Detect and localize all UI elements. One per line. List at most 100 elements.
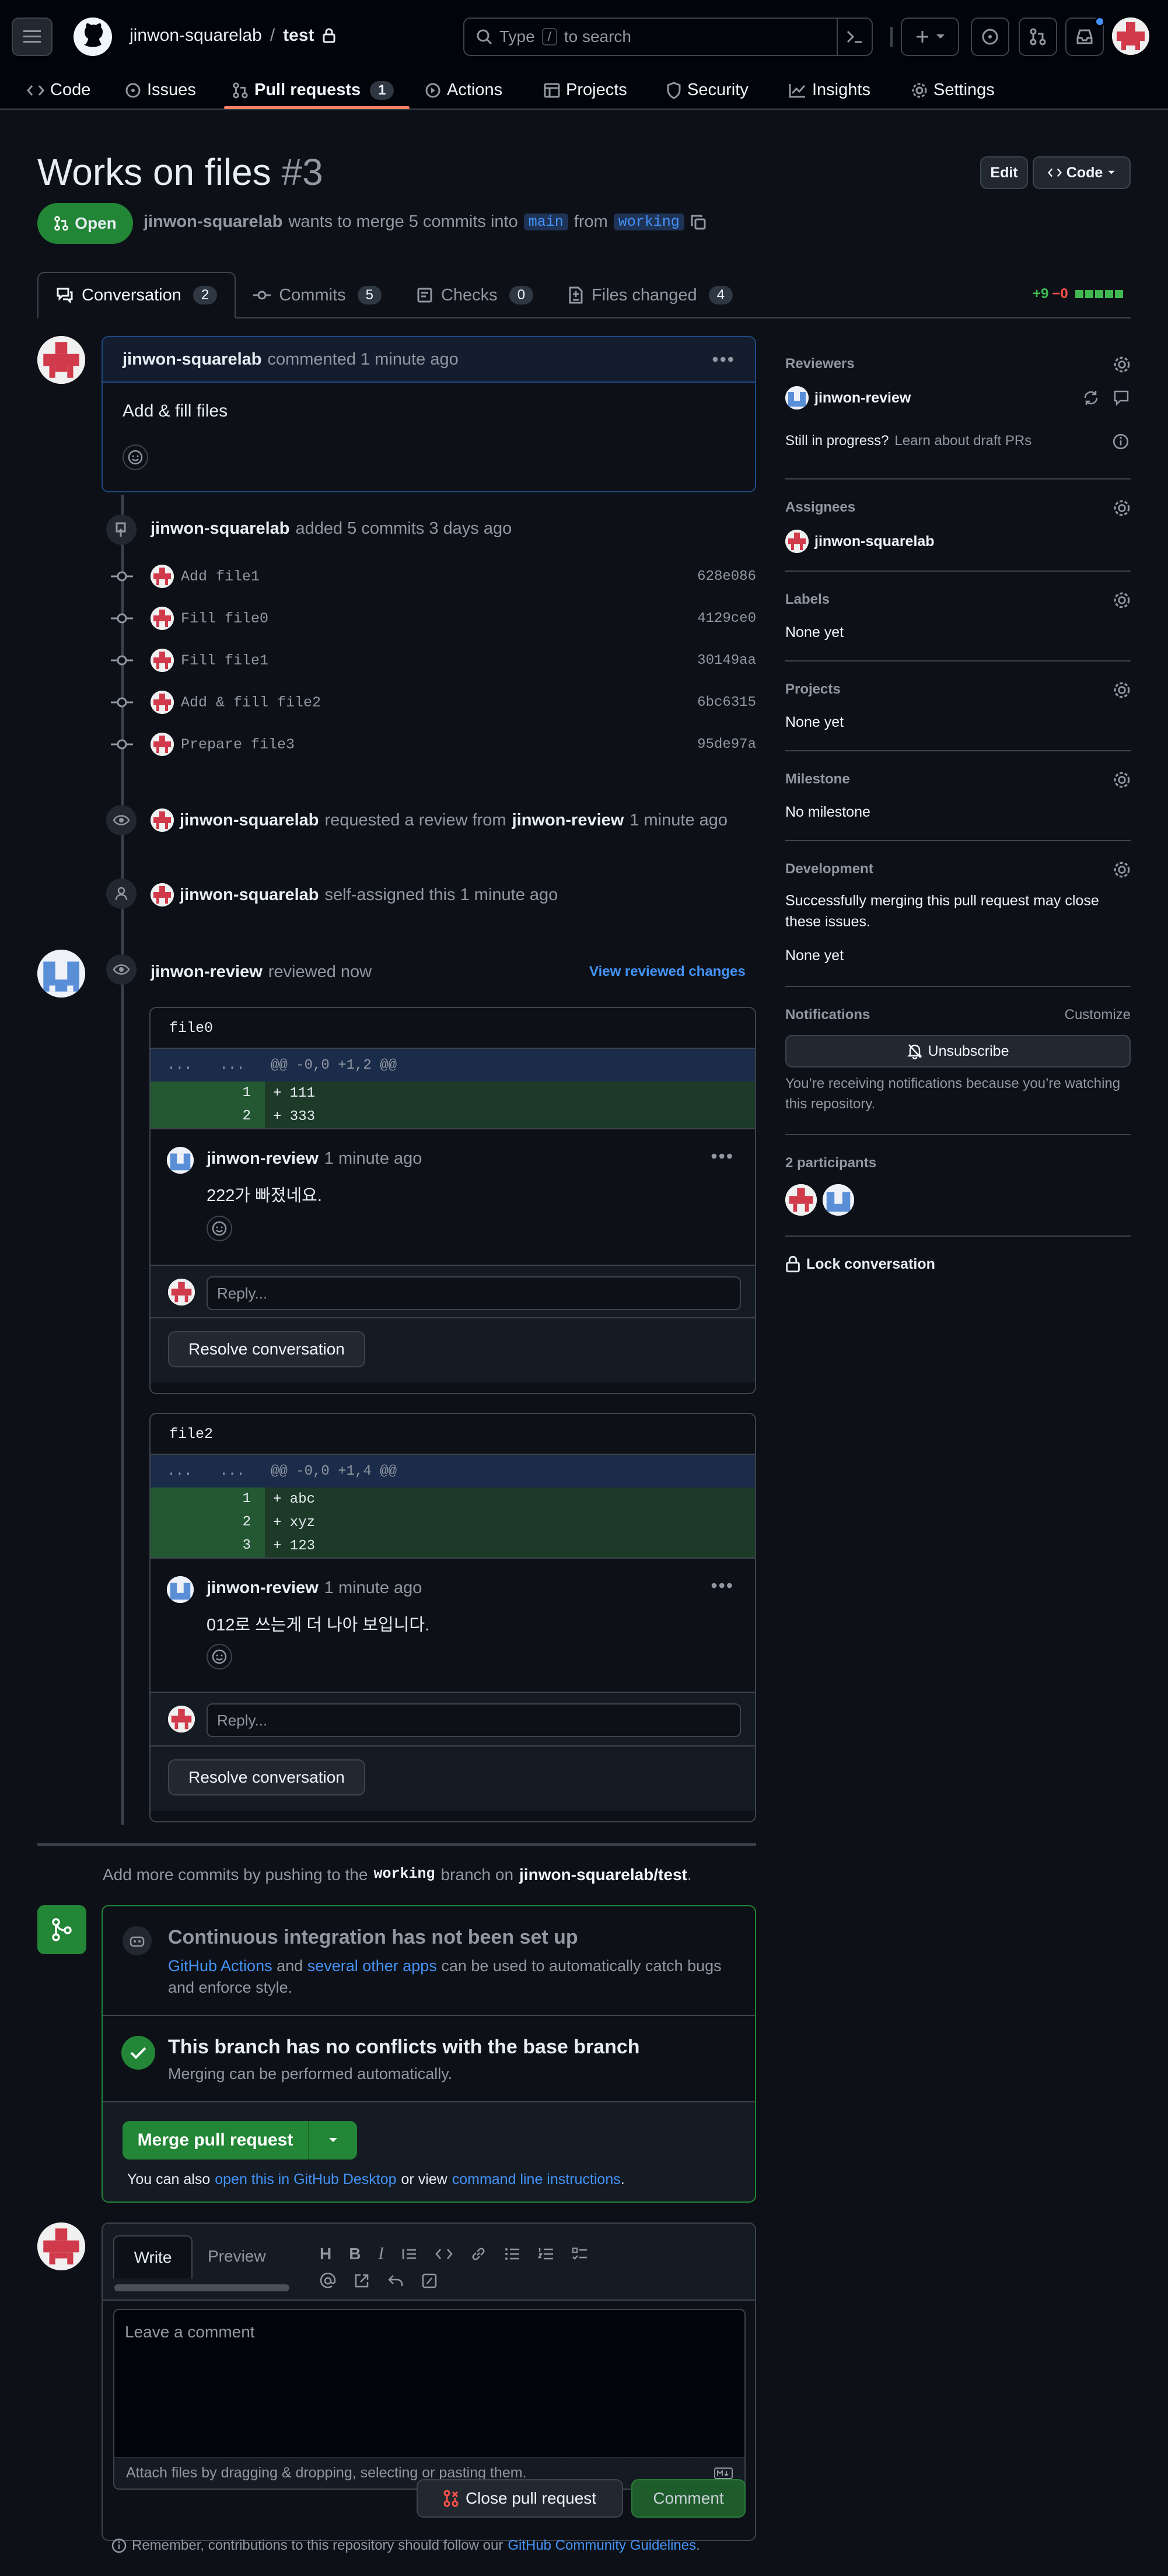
edit-title-button[interactable]: Edit [980, 156, 1028, 189]
repo-tab-settings[interactable]: Settings [911, 80, 995, 100]
event-author[interactable]: jinwon-squarelab [151, 519, 289, 538]
assignee-entry[interactable]: jinwon-squarelab [785, 530, 935, 553]
unordered-list-icon[interactable] [504, 2247, 520, 2261]
reply-input[interactable]: Reply... [207, 1703, 741, 1737]
repo-tab-pull-requests[interactable]: Pull requests 1 [232, 80, 394, 100]
avatar[interactable] [151, 607, 174, 630]
comment-author[interactable]: jinwon-squarelab [123, 350, 261, 369]
author-avatar[interactable] [37, 336, 85, 384]
base-branch[interactable]: main [523, 214, 568, 230]
draft-link[interactable]: Learn about draft PRs [894, 433, 1031, 449]
commit-message[interactable]: Add & fill file2 [181, 694, 321, 711]
gear-icon[interactable] [1113, 771, 1131, 789]
push-hint-repo[interactable]: jinwon-squarelab/test [519, 1866, 687, 1884]
slash-command-icon[interactable] [421, 2273, 438, 2289]
preview-tab[interactable]: Preview [208, 2247, 266, 2266]
quote-icon[interactable] [401, 2247, 418, 2261]
tab-commits[interactable]: Commits 5 [236, 272, 399, 318]
task-list-icon[interactable] [572, 2247, 588, 2261]
current-user-avatar[interactable] [37, 2222, 85, 2270]
write-tab[interactable]: Write [113, 2235, 193, 2278]
commit-sha[interactable]: 628e086 [697, 569, 756, 584]
link-icon[interactable] [470, 2246, 487, 2262]
gear-icon[interactable] [1113, 681, 1131, 699]
line-number[interactable]: 3 [151, 1534, 265, 1558]
line-number[interactable]: 2 [151, 1511, 265, 1534]
kebab-menu-icon[interactable]: ••• [712, 349, 735, 370]
open-desktop-link[interactable]: open this in GitHub Desktop [215, 2171, 396, 2188]
avatar[interactable] [168, 1279, 195, 1306]
bold-icon[interactable]: B [349, 2245, 361, 2263]
customize-link[interactable]: Customize [1065, 1007, 1131, 1023]
avatar[interactable] [167, 1576, 194, 1603]
comment-submit-button[interactable]: Comment [631, 2479, 746, 2518]
event-author[interactable]: jinwon-squarelab [180, 811, 319, 830]
reviewer-avatar[interactable] [37, 950, 85, 998]
community-guidelines-link[interactable]: GitHub Community Guidelines [508, 2538, 696, 2554]
repo-tab-issues[interactable]: Issues [125, 80, 196, 100]
command-line-link[interactable]: command line instructions [452, 2171, 621, 2188]
event-author[interactable]: jinwon-squarelab [180, 886, 319, 905]
issues-button[interactable] [971, 18, 1009, 56]
comment-icon[interactable] [1113, 390, 1129, 406]
participant-avatar[interactable] [823, 1184, 854, 1216]
avatar[interactable] [151, 808, 174, 832]
owner-link[interactable]: jinwon-squarelab [130, 26, 262, 46]
add-reaction-button[interactable] [123, 444, 148, 470]
inbox-button[interactable] [1065, 16, 1105, 56]
commit-sha[interactable]: 6bc6315 [697, 695, 756, 710]
avatar[interactable] [151, 883, 174, 907]
toolbar-scrollbar[interactable] [114, 2284, 289, 2291]
repo-tab-projects[interactable]: Projects [544, 80, 627, 100]
event-reviewer[interactable]: jinwon-review [512, 811, 624, 830]
menu-button[interactable] [12, 18, 53, 56]
repo-link[interactable]: test [283, 26, 314, 46]
command-palette-button[interactable] [837, 19, 872, 55]
merge-pull-request-button[interactable]: Merge pull request [123, 2121, 309, 2160]
heading-icon[interactable]: H [320, 2245, 331, 2263]
tab-checks[interactable]: Checks 0 [399, 272, 551, 318]
sync-icon[interactable] [1083, 390, 1099, 406]
gear-icon[interactable] [1113, 592, 1131, 609]
commit-message[interactable]: Prepare file3 [181, 736, 295, 753]
kebab-menu-icon[interactable]: ••• [711, 1575, 734, 1597]
line-number[interactable]: 2 [151, 1105, 265, 1128]
event-author[interactable]: jinwon-review [151, 963, 263, 982]
code-dropdown-button[interactable]: Code [1033, 156, 1131, 189]
github-actions-link[interactable]: GitHub Actions [168, 1957, 272, 1975]
thread-file-name[interactable]: file0 [151, 1008, 755, 1049]
tab-conversation[interactable]: Conversation 2 [37, 272, 236, 318]
repo-tab-actions[interactable]: Actions [425, 80, 502, 100]
tab-files-changed[interactable]: Files changed 4 [551, 272, 750, 318]
repo-tab-insights[interactable]: Insights [789, 80, 870, 100]
unsubscribe-button[interactable]: Unsubscribe [785, 1035, 1131, 1068]
kebab-menu-icon[interactable]: ••• [711, 1146, 734, 1167]
gear-icon[interactable] [1113, 861, 1131, 878]
repo-tab-code[interactable]: Code [27, 80, 90, 100]
commit-sha[interactable]: 95de97a [697, 737, 756, 752]
commit-sha[interactable]: 4129ce0 [697, 611, 756, 626]
repo-tab-security[interactable]: Security [666, 80, 749, 100]
italic-icon[interactable]: I [378, 2245, 383, 2263]
commit-message[interactable]: Fill file1 [181, 652, 268, 669]
avatar[interactable] [151, 649, 174, 672]
avatar[interactable] [151, 733, 174, 756]
cross-reference-icon[interactable] [354, 2273, 370, 2289]
line-number[interactable]: 1 [151, 1082, 265, 1105]
gear-icon[interactable] [1113, 356, 1131, 373]
resolve-conversation-button[interactable]: Resolve conversation [168, 1759, 365, 1796]
add-reaction-button[interactable] [207, 1644, 232, 1670]
search-input[interactable]: Type / to search [463, 18, 873, 56]
participant-avatar[interactable] [785, 1184, 817, 1216]
reply-input[interactable]: Reply... [207, 1276, 741, 1310]
avatar[interactable] [168, 1706, 195, 1732]
ordered-list-icon[interactable] [537, 2247, 554, 2261]
comment-author[interactable]: jinwon-review [207, 1578, 319, 1598]
commit-sha[interactable]: 30149aa [697, 653, 756, 668]
avatar[interactable] [151, 565, 174, 588]
comment-textarea[interactable]: Leave a comment [113, 2309, 746, 2458]
github-logo[interactable] [74, 18, 112, 56]
thread-file-name[interactable]: file2 [151, 1414, 755, 1455]
merge-method-dropdown[interactable] [309, 2121, 357, 2160]
resolve-conversation-button[interactable]: Resolve conversation [168, 1331, 365, 1367]
